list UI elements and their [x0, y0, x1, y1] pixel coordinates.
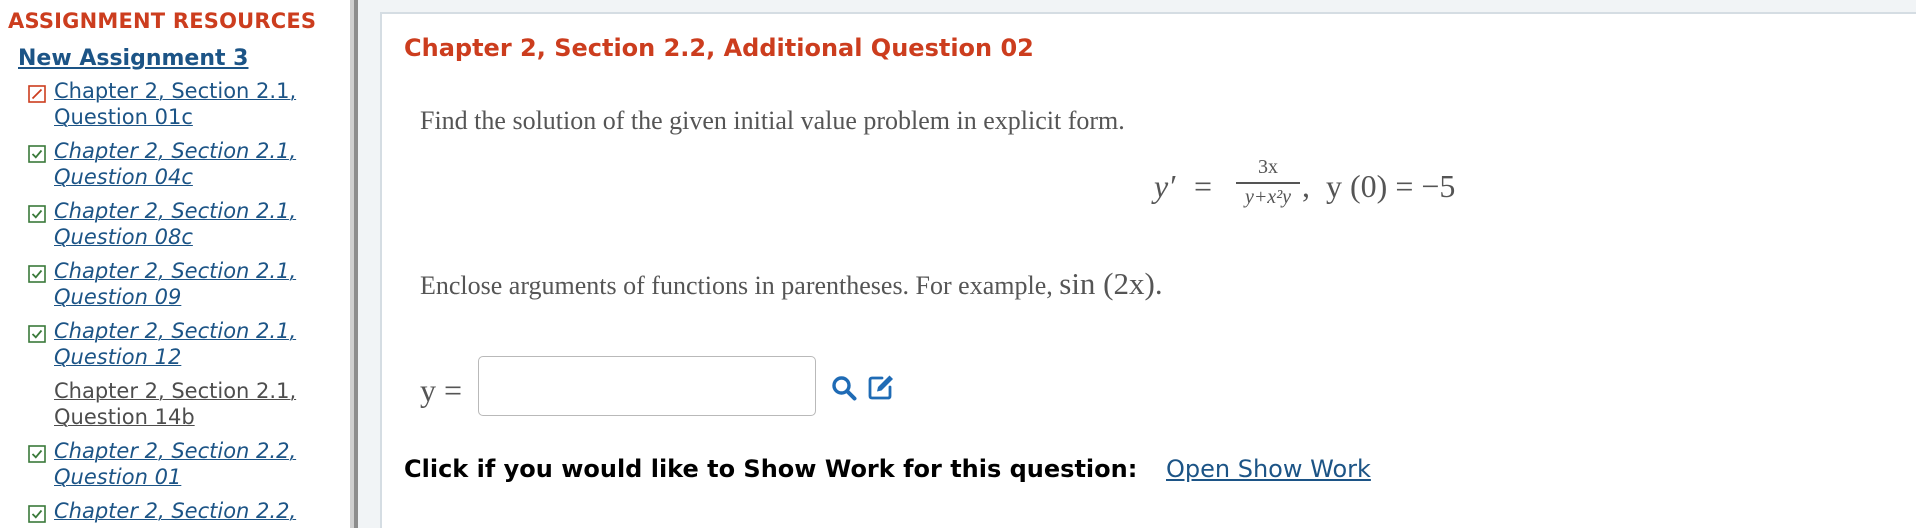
instruction-example: sin (2x).: [1059, 266, 1163, 301]
question-label-line2: Question 01c: [54, 105, 193, 129]
equation-lhs: y′: [1154, 168, 1176, 204]
assignment-sidebar: ASSIGNMENT RESOURCES New Assignment 3 Ch…: [0, 0, 350, 528]
instruction-text: Enclose arguments of functions in parent…: [420, 271, 1060, 300]
equation-equals: =: [1194, 168, 1213, 204]
question-instruction: Enclose arguments of functions in parent…: [420, 266, 1163, 302]
question-label-line1: Chapter 2, Section 2.1,: [54, 79, 297, 103]
edit-icon[interactable]: [866, 372, 896, 402]
question-label-line1: Chapter 2, Section 2.2,: [54, 499, 297, 523]
sidebar-question-label: Chapter 2, Section 2.2, Question 01: [54, 438, 350, 490]
sidebar-question-label: Chapter 2, Section 2.1, Question 08c: [54, 198, 350, 250]
fraction-numerator: 3x: [1258, 156, 1278, 178]
pencil-check-icon: [28, 85, 46, 103]
question-label-line1: Chapter 2, Section 2.2,: [54, 439, 297, 463]
sidebar-question-label: Chapter 2, Section 2.1, Question 01c: [54, 78, 350, 130]
question-label-line2: Question 14b: [54, 405, 195, 429]
question-prompt: Find the solution of the given initial v…: [420, 106, 1125, 135]
question-label-line1: Chapter 2, Section 2.1,: [54, 319, 297, 343]
sidebar-question-label: Chapter 2, Section 2.1, Question 09: [54, 258, 350, 310]
question-label-line2: Question 12: [54, 345, 182, 369]
question-label-line2: Question 09: [54, 285, 182, 309]
answer-input[interactable]: [478, 356, 816, 416]
question-title: Chapter 2, Section 2.2, Additional Quest…: [404, 34, 1034, 62]
question-label-line1: Chapter 2, Section 2.1,: [54, 139, 297, 163]
question-label-line1: Chapter 2, Section 2.1,: [54, 379, 297, 403]
sidebar-question-label: Chapter 2, Section 2.1, Question 04c: [54, 138, 350, 190]
checkmark-icon: [28, 205, 46, 223]
checkmark-icon: [28, 445, 46, 463]
question-label-line2: Question 04c: [54, 165, 193, 189]
show-work-prompt: Click if you would like to Show Work for…: [404, 455, 1138, 483]
question-label-line2: Question 01: [54, 465, 182, 489]
panel-gutter: [358, 0, 380, 528]
answer-label: y =: [420, 372, 463, 408]
assignment-resources-heading: ASSIGNMENT RESOURCES: [8, 9, 317, 33]
checkmark-icon: [28, 265, 46, 283]
checkmark-icon: [28, 325, 46, 343]
magnifier-icon[interactable]: [830, 374, 858, 402]
equation-comma: ,: [1302, 168, 1310, 204]
assignment-link[interactable]: New Assignment 3: [18, 46, 248, 71]
sidebar-question-label: Chapter 2, Section 2.1, Question 12: [54, 318, 350, 370]
question-label-line2: Question 08c: [54, 225, 193, 249]
question-panel: Chapter 2, Section 2.2, Additional Quest…: [380, 12, 1916, 528]
checkmark-icon: [28, 505, 46, 523]
sidebar-question-label: Chapter 2, Section 2.2,: [54, 498, 350, 524]
fraction-denominator: y+x²y: [1244, 186, 1292, 208]
sidebar-question-label: Chapter 2, Section 2.1, Question 14b: [54, 378, 350, 430]
open-show-work-link[interactable]: Open Show Work: [1166, 455, 1371, 483]
initial-condition: y (0) = −5: [1326, 168, 1456, 204]
question-label-line1: Chapter 2, Section 2.1,: [54, 259, 297, 283]
question-label-line1: Chapter 2, Section 2.1,: [54, 199, 297, 223]
top-strip: [358, 0, 1916, 12]
fraction-bar: [1236, 182, 1300, 184]
checkmark-icon: [28, 145, 46, 163]
equation-fraction: 3x y+x²y: [1234, 148, 1302, 218]
